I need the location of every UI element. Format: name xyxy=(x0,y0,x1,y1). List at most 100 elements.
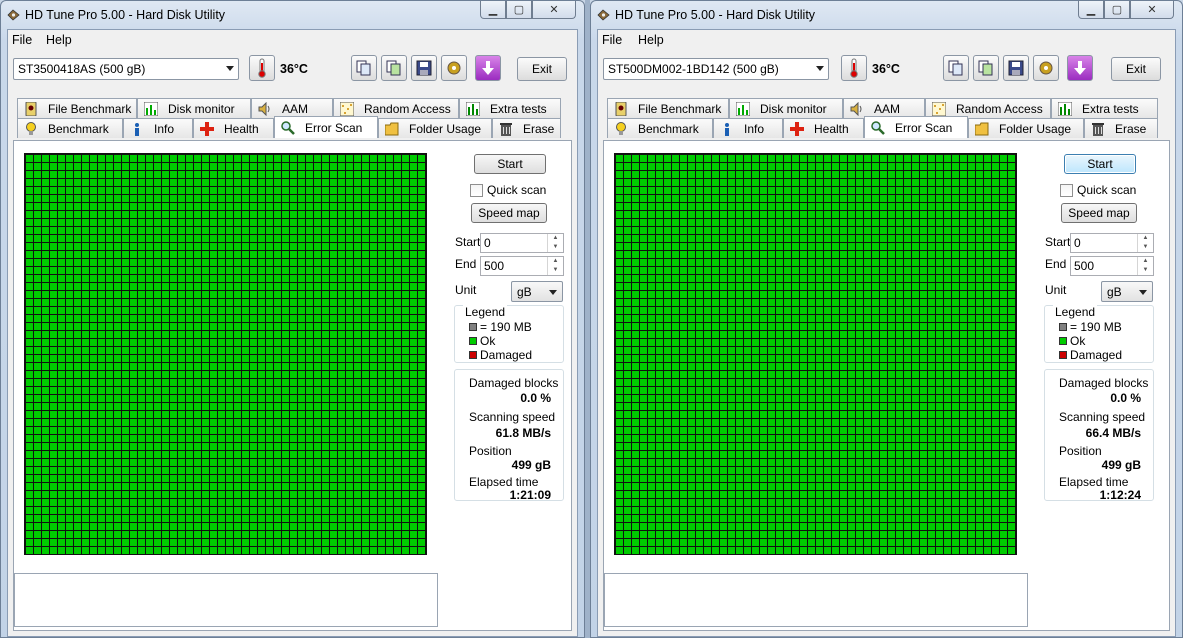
folder-icon xyxy=(974,122,989,136)
menu-file[interactable]: File xyxy=(12,33,32,47)
scanning-speed-label: Scanning speed xyxy=(1059,410,1146,424)
copy-info-button[interactable] xyxy=(943,55,969,81)
spin-up-icon[interactable]: ▲ xyxy=(1138,257,1153,266)
maximize-button[interactable]: ▢ xyxy=(506,1,532,19)
scan-log-box[interactable] xyxy=(604,573,1028,627)
exit-button[interactable]: Exit xyxy=(517,57,567,81)
spin-up-icon[interactable]: ▲ xyxy=(1138,234,1153,243)
end-field-label: End xyxy=(1045,257,1067,271)
tab-benchmark[interactable]: Benchmark xyxy=(607,118,713,138)
title-bar[interactable]: HD Tune Pro 5.00 - Hard Disk Utility ▁ ▢… xyxy=(1,1,584,29)
tab-info[interactable]: Info xyxy=(123,118,193,138)
scanning-speed-value: 66.4 MB/s xyxy=(1085,426,1141,440)
spin-down-icon[interactable]: ▼ xyxy=(548,243,563,252)
chevron-down-icon xyxy=(549,290,557,295)
unit-select[interactable]: gB xyxy=(511,281,563,302)
trash-icon xyxy=(1091,122,1105,136)
menu-help[interactable]: Help xyxy=(638,33,664,47)
unit-select[interactable]: gB xyxy=(1101,281,1153,302)
tab-disk-monitor[interactable]: Disk monitor xyxy=(729,98,843,118)
copy-icon xyxy=(356,60,371,76)
tab-extra-tests[interactable]: Extra tests xyxy=(459,98,561,118)
quick-scan-checkbox[interactable]: Quick scan xyxy=(470,183,546,197)
speed-map-button[interactable]: Speed map xyxy=(1061,203,1137,223)
options-icon xyxy=(447,61,461,75)
tab-folder-usage[interactable]: Folder Usage xyxy=(968,118,1084,138)
minimize-button[interactable]: ▁ xyxy=(1078,1,1104,19)
spin-up-icon[interactable]: ▲ xyxy=(548,257,563,266)
start-button[interactable]: Start xyxy=(1064,154,1136,174)
menu-help[interactable]: Help xyxy=(46,33,72,47)
scanning-speed-label: Scanning speed xyxy=(469,410,556,424)
tab-extra-tests[interactable]: Extra tests xyxy=(1051,98,1158,118)
end-input[interactable]: 500 ▲ ▼ xyxy=(1070,256,1154,276)
copy-info-button[interactable] xyxy=(351,55,377,81)
tab-file-benchmark[interactable]: File Benchmark xyxy=(17,98,137,118)
speed-map-button[interactable]: Speed map xyxy=(471,203,547,223)
options-button[interactable] xyxy=(1033,55,1059,81)
save-button[interactable] xyxy=(411,55,437,81)
exit-button[interactable]: Exit xyxy=(1111,57,1161,81)
spin-down-icon[interactable]: ▼ xyxy=(1138,243,1153,252)
quick-scan-check[interactable] xyxy=(470,183,483,197)
quick-scan-checkbox[interactable]: Quick scan xyxy=(1060,183,1136,197)
minimize-button[interactable]: ▁ xyxy=(480,1,506,19)
legend-title: Legend xyxy=(1053,305,1098,319)
copy-screenshot-button[interactable] xyxy=(381,55,407,81)
scan-log-box[interactable] xyxy=(14,573,438,627)
close-icon: ✕ xyxy=(1147,4,1157,16)
update-button[interactable] xyxy=(475,55,501,81)
tab-aam[interactable]: AAM xyxy=(843,98,925,118)
title-bar[interactable]: HD Tune Pro 5.00 - Hard Disk Utility ▁ ▢… xyxy=(591,1,1182,29)
magnifier-icon xyxy=(871,120,885,135)
window-title: HD Tune Pro 5.00 - Hard Disk Utility xyxy=(615,8,816,22)
spin-down-icon[interactable]: ▼ xyxy=(1138,266,1153,275)
arrow-down-icon xyxy=(1074,61,1086,75)
tab-error-scan[interactable]: Error Scan xyxy=(864,116,968,138)
close-button[interactable]: ✕ xyxy=(1130,1,1174,19)
start-input[interactable]: 0 ▲ ▼ xyxy=(480,233,564,253)
tab-erase[interactable]: Erase xyxy=(492,118,561,138)
random-access-icon xyxy=(339,101,355,116)
tab-file-benchmark[interactable]: File Benchmark xyxy=(607,98,729,118)
gray-swatch xyxy=(1059,323,1067,331)
health-cross-icon xyxy=(790,121,804,136)
menu-file[interactable]: File xyxy=(602,33,622,47)
options-button[interactable] xyxy=(441,55,467,81)
tab-health[interactable]: Health xyxy=(783,118,864,138)
copy-screenshot-icon xyxy=(386,60,401,76)
drive-select[interactable]: ST3500418AS (500 gB) xyxy=(13,58,239,80)
position-label: Position xyxy=(469,444,512,458)
tab-error-scan[interactable]: Error Scan xyxy=(274,116,378,138)
temperature-button[interactable] xyxy=(249,55,275,81)
tab-folder-usage[interactable]: Folder Usage xyxy=(378,118,492,138)
quick-scan-check[interactable] xyxy=(1060,183,1073,197)
end-input[interactable]: 500 ▲ ▼ xyxy=(480,256,564,276)
tab-random-access[interactable]: Random Access xyxy=(925,98,1051,118)
spin-up-icon[interactable]: ▲ xyxy=(548,234,563,243)
tab-health[interactable]: Health xyxy=(193,118,274,138)
close-button[interactable]: ✕ xyxy=(532,1,576,19)
copy-screenshot-button[interactable] xyxy=(973,55,999,81)
drive-select[interactable]: ST500DM002-1BD142 (500 gB) xyxy=(603,58,829,80)
save-button[interactable] xyxy=(1003,55,1029,81)
tab-disk-monitor[interactable]: Disk monitor xyxy=(137,98,251,118)
save-icon xyxy=(1008,60,1024,76)
maximize-button[interactable]: ▢ xyxy=(1104,1,1130,19)
tab-erase[interactable]: Erase xyxy=(1084,118,1158,138)
tab-benchmark[interactable]: Benchmark xyxy=(17,118,123,138)
temperature-button[interactable] xyxy=(841,55,867,81)
start-input[interactable]: 0 ▲ ▼ xyxy=(1070,233,1154,253)
tab-info[interactable]: Info xyxy=(713,118,783,138)
spin-down-icon[interactable]: ▼ xyxy=(548,266,563,275)
chevron-down-icon xyxy=(1139,290,1147,295)
options-icon xyxy=(1039,61,1053,75)
save-icon xyxy=(416,60,432,76)
chevron-down-icon xyxy=(226,66,234,71)
update-button[interactable] xyxy=(1067,55,1093,81)
tab-aam[interactable]: AAM xyxy=(251,98,333,118)
close-icon: ✕ xyxy=(549,4,559,16)
start-button[interactable]: Start xyxy=(474,154,546,174)
tab-random-access[interactable]: Random Access xyxy=(333,98,459,118)
scanning-speed-value: 61.8 MB/s xyxy=(495,426,551,440)
